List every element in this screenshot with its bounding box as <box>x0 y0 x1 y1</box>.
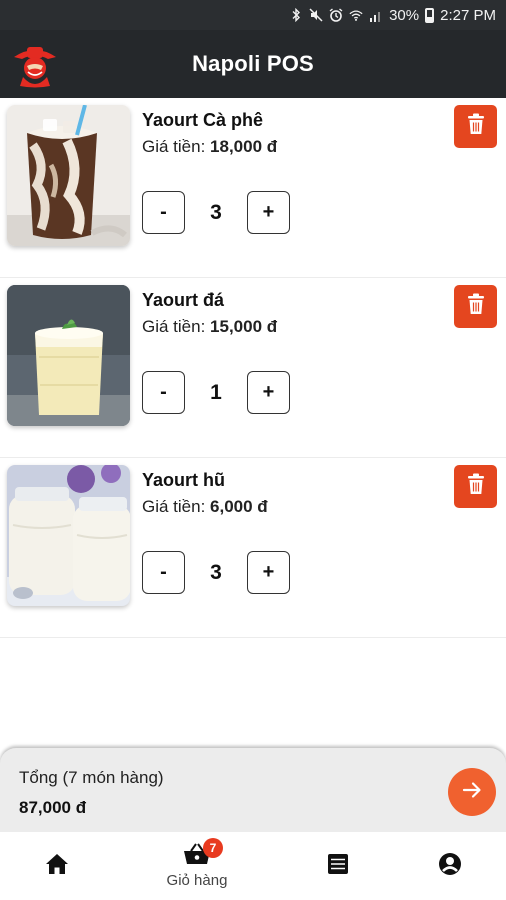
delete-item-button[interactable] <box>454 285 497 328</box>
quantity-value: 3 <box>210 560 222 584</box>
delete-item-button[interactable] <box>454 465 497 508</box>
app-bar: Napoli POS <box>0 30 506 98</box>
price-value: 6,000 đ <box>210 497 268 516</box>
increase-quantity-button[interactable]: + <box>247 551 290 594</box>
item-name: Yaourt đá <box>142 290 225 310</box>
delete-item-button[interactable] <box>454 105 497 148</box>
nav-home[interactable] <box>7 832 107 900</box>
summary-label: Tổng (7 món hàng) <box>19 768 164 787</box>
nav-cart-label: Giỏ hàng <box>166 872 228 889</box>
bluetooth-icon <box>289 7 303 23</box>
cart-list: Yaourt Cà phê Giá tiền: 18,000 đ - 3 + Y… <box>0 98 506 638</box>
decrease-quantity-button[interactable]: - <box>142 551 185 594</box>
cart-summary: Tổng (7 món hàng) 87,000 đ <box>0 748 506 832</box>
arrow-right-icon <box>461 779 483 806</box>
product-image[interactable] <box>7 285 130 426</box>
cart-item: Yaourt hũ Giá tiền: 6,000 đ - 3 + <box>0 458 506 638</box>
price-label: Giá tiền: <box>142 497 206 516</box>
price-value: 18,000 đ <box>210 137 278 156</box>
item-price: Giá tiền: 15,000 đ <box>142 317 277 337</box>
nav-account[interactable] <box>400 832 500 900</box>
trash-icon <box>467 473 485 500</box>
price-label: Giá tiền: <box>142 317 206 336</box>
decrease-quantity-button[interactable]: - <box>142 371 185 414</box>
trash-icon <box>467 293 485 320</box>
account-icon <box>438 852 462 881</box>
clock: 2:27 PM <box>440 6 496 24</box>
price-label: Giá tiền: <box>142 137 206 156</box>
list-icon <box>327 853 349 880</box>
product-image[interactable] <box>7 105 130 246</box>
increase-quantity-button[interactable]: + <box>247 191 290 234</box>
summary-total: 87,000 đ <box>19 798 87 817</box>
cart-count-badge: 7 <box>203 838 223 858</box>
item-price: Giá tiền: 18,000 đ <box>142 137 277 157</box>
price-value: 15,000 đ <box>210 317 278 336</box>
quantity-value: 1 <box>210 380 222 404</box>
wifi-icon <box>349 7 363 23</box>
alarm-icon <box>329 7 343 23</box>
battery-percent: 30% <box>389 6 420 24</box>
nav-orders[interactable] <box>288 832 388 900</box>
item-price: Giá tiền: 6,000 đ <box>142 497 268 517</box>
signal-icon <box>369 7 383 23</box>
battery-icon <box>425 7 435 23</box>
item-name: Yaourt hũ <box>142 470 226 490</box>
home-icon <box>45 853 69 880</box>
logo-icon <box>10 39 60 89</box>
product-image[interactable] <box>7 465 130 606</box>
page-title: Napoli POS <box>192 51 314 76</box>
status-bar: 30% 2:27 PM <box>0 0 506 30</box>
item-name: Yaourt Cà phê <box>142 110 264 130</box>
nav-cart[interactable]: Giỏ hàng 7 <box>147 832 247 900</box>
trash-icon <box>467 113 485 140</box>
quantity-value: 3 <box>210 200 222 224</box>
cart-screen: 30% 2:27 PM Napoli POS Yaourt Cà phê Giá… <box>0 0 506 900</box>
increase-quantity-button[interactable]: + <box>247 371 290 414</box>
bottom-nav: Giỏ hàng 7 <box>0 832 506 900</box>
cart-item: Yaourt đá Giá tiền: 15,000 đ - 1 + <box>0 278 506 458</box>
checkout-button[interactable] <box>448 768 496 816</box>
mute-icon <box>309 7 323 23</box>
decrease-quantity-button[interactable]: - <box>142 191 185 234</box>
cart-item: Yaourt Cà phê Giá tiền: 18,000 đ - 3 + <box>0 98 506 278</box>
